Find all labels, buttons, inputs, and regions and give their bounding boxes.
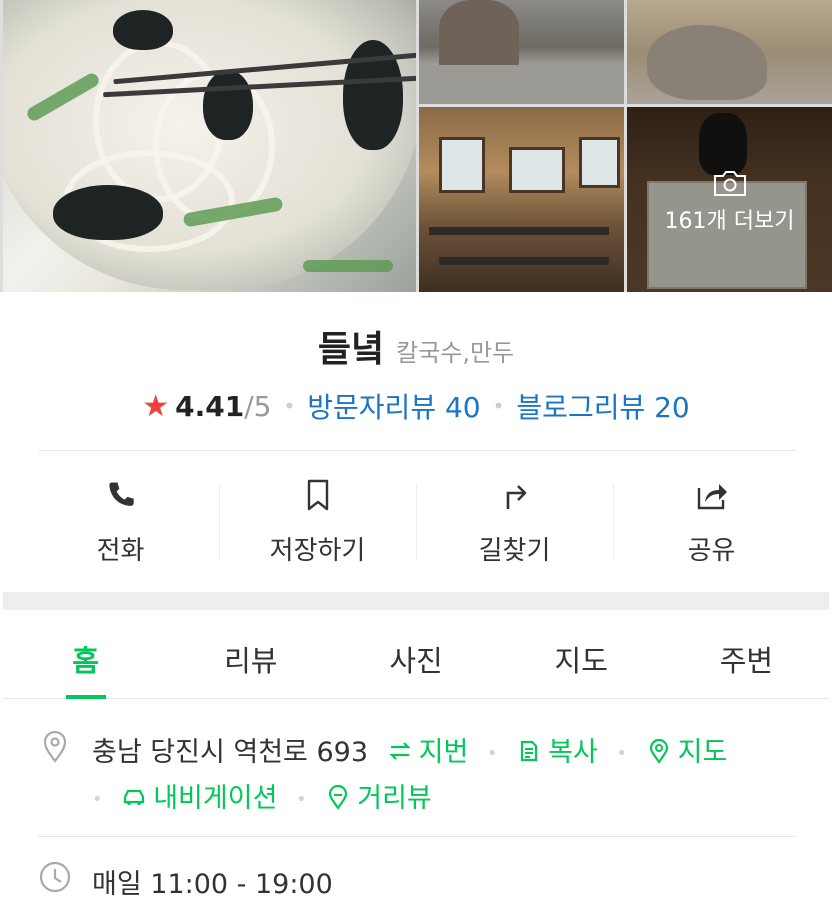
place-category: 칼국수,만두 [396, 339, 515, 367]
call-button[interactable]: 전화 [22, 478, 219, 568]
separator-dot: • [486, 743, 498, 764]
visitor-reviews-link[interactable]: 방문자리뷰 40 [307, 386, 480, 426]
star-icon: ★ [142, 388, 170, 424]
photo-thumb-stone[interactable] [627, 0, 832, 104]
bookmark-icon [307, 479, 328, 511]
share-label: 공유 [687, 536, 736, 566]
tab-bar: 홈 리뷰 사진 지도 주변 [3, 610, 829, 699]
tab-map[interactable]: 지도 [499, 610, 664, 698]
lot-number-label: 지번 [418, 737, 469, 768]
street-view-icon [329, 784, 348, 810]
save-button[interactable]: 저장하기 [219, 478, 416, 568]
action-bar: 전화 저장하기 길찾기 공유 [22, 478, 810, 568]
more-photos-label: 161개 더보기 [664, 209, 795, 234]
tab-photos[interactable]: 사진 [333, 610, 498, 698]
separator-dot: • [92, 789, 103, 810]
directions-button[interactable]: 길찾기 [416, 478, 613, 568]
navigation-label: 내비게이션 [153, 783, 278, 814]
photo-thumb-interior[interactable] [419, 107, 624, 292]
swap-icon [388, 742, 411, 760]
tab-home[interactable]: 홈 [3, 610, 168, 698]
separator-dot: • [492, 394, 505, 418]
divider [38, 836, 795, 837]
copy-button[interactable]: 복사 [516, 737, 606, 768]
tab-nearby[interactable]: 주변 [664, 610, 829, 698]
photo-gallery: 161개 더보기 [0, 0, 832, 292]
photo-thumb-exterior[interactable] [419, 0, 624, 104]
address-text: 충남 당진시 역천로 693 [92, 737, 369, 768]
hours-text: 매일 11:00 - 19:00 [92, 869, 333, 900]
place-name: 들녘 [317, 329, 385, 370]
street-view-label: 거리뷰 [357, 783, 432, 814]
separator-dot: • [616, 743, 628, 764]
clock-icon [39, 861, 71, 893]
call-label: 전화 [96, 536, 145, 566]
share-button[interactable]: 공유 [613, 478, 810, 568]
rating-score: 4.41 [175, 389, 245, 423]
map-label: 지도 [677, 737, 728, 768]
separator-dot: • [296, 789, 307, 810]
camera-icon [713, 171, 746, 196]
blog-reviews-link[interactable]: 블로그리뷰 20 [516, 386, 689, 426]
street-view-button[interactable]: 거리뷰 [325, 783, 432, 814]
directions-icon [506, 485, 526, 509]
phone-icon [108, 482, 134, 506]
location-pin-icon [43, 730, 67, 763]
map-pin-icon [649, 738, 668, 764]
separator-dot: • [283, 394, 296, 418]
directions-label: 길찾기 [478, 536, 551, 566]
section-separator [3, 592, 829, 610]
copy-label: 복사 [548, 737, 598, 768]
map-button[interactable]: 지도 [646, 737, 728, 768]
copy-icon [521, 740, 538, 762]
share-icon [697, 484, 727, 510]
place-header: 들녘 칼국수,만두 ★ 4.41 /5 • 방문자리뷰 40 • 블로그리뷰 2… [0, 292, 832, 426]
lot-number-button[interactable]: 지번 [387, 737, 477, 768]
main-photo[interactable] [3, 0, 416, 292]
navigation-button[interactable]: 내비게이션 [121, 783, 286, 814]
save-label: 저장하기 [269, 536, 366, 566]
car-icon [124, 789, 145, 805]
tab-reviews[interactable]: 리뷰 [168, 610, 333, 698]
more-photos-button[interactable]: 161개 더보기 [627, 169, 832, 235]
rating-row: ★ 4.41 /5 • 방문자리뷰 40 • 블로그리뷰 20 [0, 386, 832, 426]
photo-thumb-menu[interactable]: 161개 더보기 [627, 107, 832, 292]
divider [38, 450, 795, 451]
rating-max: /5 [244, 389, 272, 423]
